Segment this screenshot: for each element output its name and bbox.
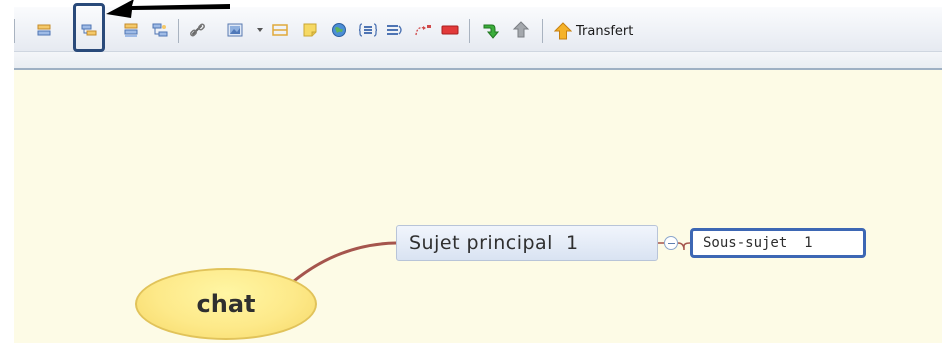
- mindmap-editor-window: Transfert Sujet principal 1 Sous-sujet 1…: [0, 0, 942, 343]
- main-topic[interactable]: Sujet principal 1: [396, 225, 658, 261]
- central-topic-label: chat: [196, 290, 256, 318]
- sub-topic-label: Sous-sujet 1: [703, 235, 813, 251]
- main-topic-label: Sujet principal 1: [409, 232, 579, 254]
- sub-topic[interactable]: Sous-sujet 1: [690, 228, 866, 258]
- central-topic[interactable]: chat: [135, 268, 317, 340]
- collapse-toggle-button[interactable]: [664, 236, 678, 250]
